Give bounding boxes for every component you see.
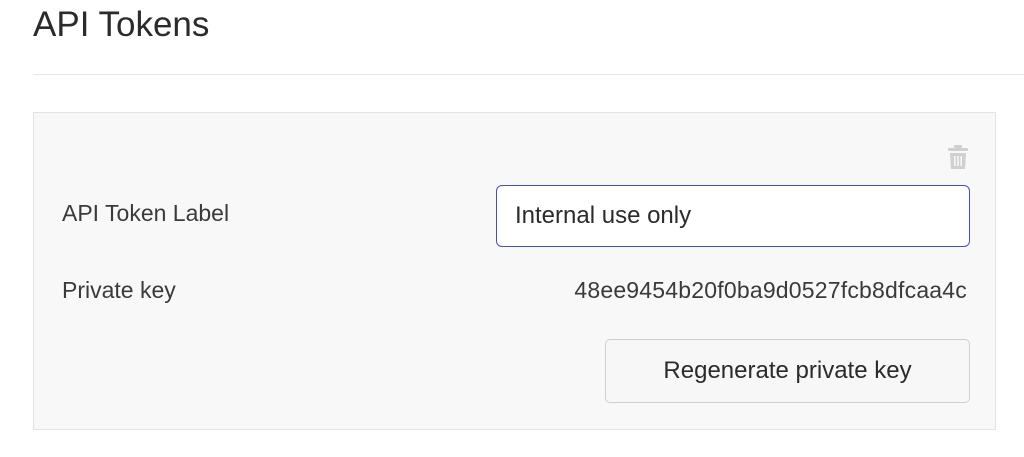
trash-icon <box>948 145 968 169</box>
api-token-label-input[interactable] <box>496 185 970 247</box>
title-divider <box>33 74 1024 75</box>
regenerate-private-key-button[interactable]: Regenerate private key <box>605 339 970 403</box>
page-title: API Tokens <box>33 5 210 44</box>
api-token-label-caption: API Token Label <box>62 200 230 226</box>
api-tokens-page: API Tokens API Token Label Private key 4… <box>0 0 1024 457</box>
api-token-card: API Token Label Private key 48ee9454b20f… <box>33 112 996 430</box>
delete-token-button[interactable] <box>946 143 970 171</box>
private-key-caption: Private key <box>62 277 176 303</box>
private-key-value: 48ee9454b20f0ba9d0527fcb8dfcaa4c <box>574 277 967 303</box>
